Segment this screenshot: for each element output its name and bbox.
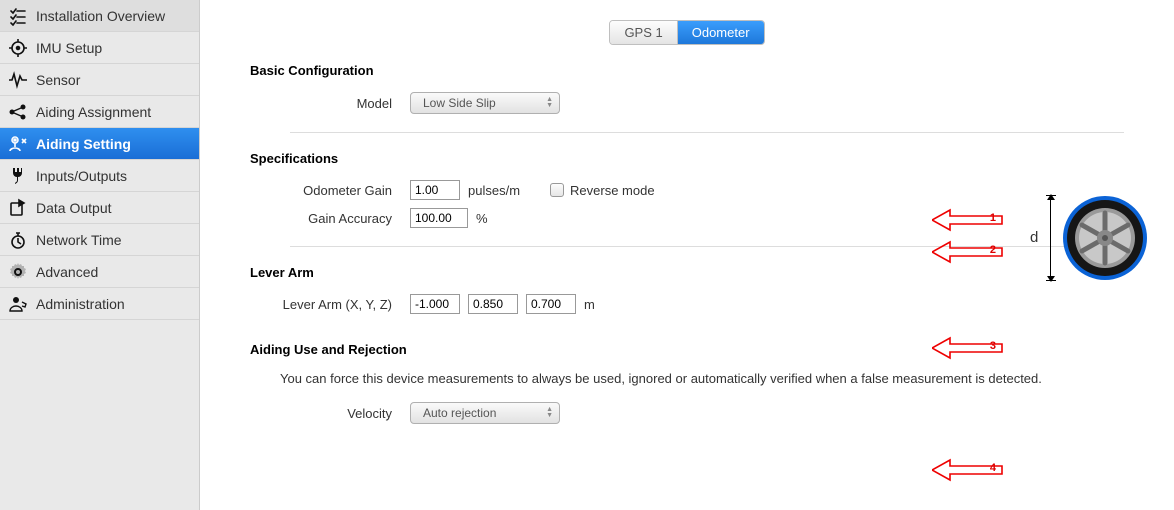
sidebar-item-advanced[interactable]: Advanced <box>0 256 199 288</box>
sidebar-item-aiding-assignment[interactable]: Aiding Assignment <box>0 96 199 128</box>
wheel-diagram: d <box>1032 195 1162 295</box>
sidebar-item-label: Advanced <box>36 264 98 280</box>
target-icon <box>8 38 28 58</box>
sidebar-item-inputs-outputs[interactable]: Inputs/Outputs <box>0 160 199 192</box>
tab-bar: GPS 1 Odometer <box>220 0 1154 45</box>
annotation-arrow-4: 4 <box>932 458 1004 482</box>
sidebar-item-data-output[interactable]: Data Output <box>0 192 199 224</box>
odometer-gain-label: Odometer Gain <box>250 183 410 198</box>
annotation-arrow-3: 3 <box>932 336 1004 360</box>
gain-accuracy-input[interactable] <box>410 208 468 228</box>
gain-accuracy-unit: % <box>476 211 488 226</box>
chevron-updown-icon: ▲▼ <box>546 97 553 109</box>
velocity-label: Velocity <box>250 406 410 421</box>
section-lever-title: Lever Arm <box>250 265 1144 280</box>
sidebar-item-label: Inputs/Outputs <box>36 168 127 184</box>
plug-icon <box>8 166 28 186</box>
velocity-select[interactable]: Auto rejection ▲▼ <box>410 402 560 424</box>
lever-arm-y-input[interactable] <box>468 294 518 314</box>
diameter-bracket <box>1046 195 1056 281</box>
sidebar-item-aiding-setting[interactable]: Aiding Setting <box>0 128 199 160</box>
export-icon <box>8 198 28 218</box>
sidebar-item-label: Data Output <box>36 200 112 216</box>
diameter-label: d <box>1030 229 1038 246</box>
stopwatch-icon <box>8 230 28 250</box>
reverse-mode-label: Reverse mode <box>570 183 655 198</box>
section-basic-title: Basic Configuration <box>250 63 1144 78</box>
model-select[interactable]: Low Side Slip ▲▼ <box>410 92 560 114</box>
velocity-select-value: Auto rejection <box>423 406 496 420</box>
lever-arm-unit: m <box>584 297 595 312</box>
user-icon <box>8 294 28 314</box>
tab-gps1[interactable]: GPS 1 <box>610 21 676 44</box>
wave-icon <box>8 70 28 90</box>
aiding-description: You can force this device measurements t… <box>280 371 1144 386</box>
sidebar-item-label: Administration <box>36 296 125 312</box>
odometer-gain-input[interactable] <box>410 180 460 200</box>
reverse-mode-checkbox[interactable] <box>550 183 564 197</box>
map-pin-icon <box>8 134 28 154</box>
sidebar-item-administration[interactable]: Administration <box>0 288 199 320</box>
sidebar-item-label: Sensor <box>36 72 80 88</box>
sidebar-item-imu-setup[interactable]: IMU Setup <box>0 32 199 64</box>
sidebar-item-network-time[interactable]: Network Time <box>0 224 199 256</box>
wheel-icon <box>1062 195 1148 281</box>
main-panel: GPS 1 Odometer Basic Configuration Model… <box>200 0 1174 510</box>
lever-arm-x-input[interactable] <box>410 294 460 314</box>
lever-arm-label: Lever Arm (X, Y, Z) <box>250 297 410 312</box>
divider <box>290 132 1124 133</box>
sidebar-item-installation-overview[interactable]: Installation Overview <box>0 0 199 32</box>
sidebar-item-sensor[interactable]: Sensor <box>0 64 199 96</box>
checklist-icon <box>8 6 28 26</box>
gain-accuracy-label: Gain Accuracy <box>250 211 410 226</box>
sidebar-item-label: Installation Overview <box>36 8 165 24</box>
nodes-icon <box>8 102 28 122</box>
sidebar-item-label: IMU Setup <box>36 40 102 56</box>
sidebar-item-label: Aiding Setting <box>36 136 131 152</box>
sidebar-item-label: Aiding Assignment <box>36 104 151 120</box>
lever-arm-z-input[interactable] <box>526 294 576 314</box>
odometer-gain-unit: pulses/m <box>468 183 520 198</box>
section-aiding-title: Aiding Use and Rejection <box>250 342 1144 357</box>
sidebar-item-label: Network Time <box>36 232 122 248</box>
annotation-arrow-1: 1 <box>932 208 1004 232</box>
model-select-value: Low Side Slip <box>423 96 496 110</box>
annotation-arrow-2: 2 <box>932 240 1004 264</box>
gear-icon <box>8 262 28 282</box>
section-specs-title: Specifications <box>250 151 1144 166</box>
tab-odometer[interactable]: Odometer <box>677 21 764 44</box>
model-label: Model <box>250 96 410 111</box>
chevron-updown-icon: ▲▼ <box>546 407 553 419</box>
sidebar: Installation Overview IMU Setup Sensor A… <box>0 0 200 510</box>
